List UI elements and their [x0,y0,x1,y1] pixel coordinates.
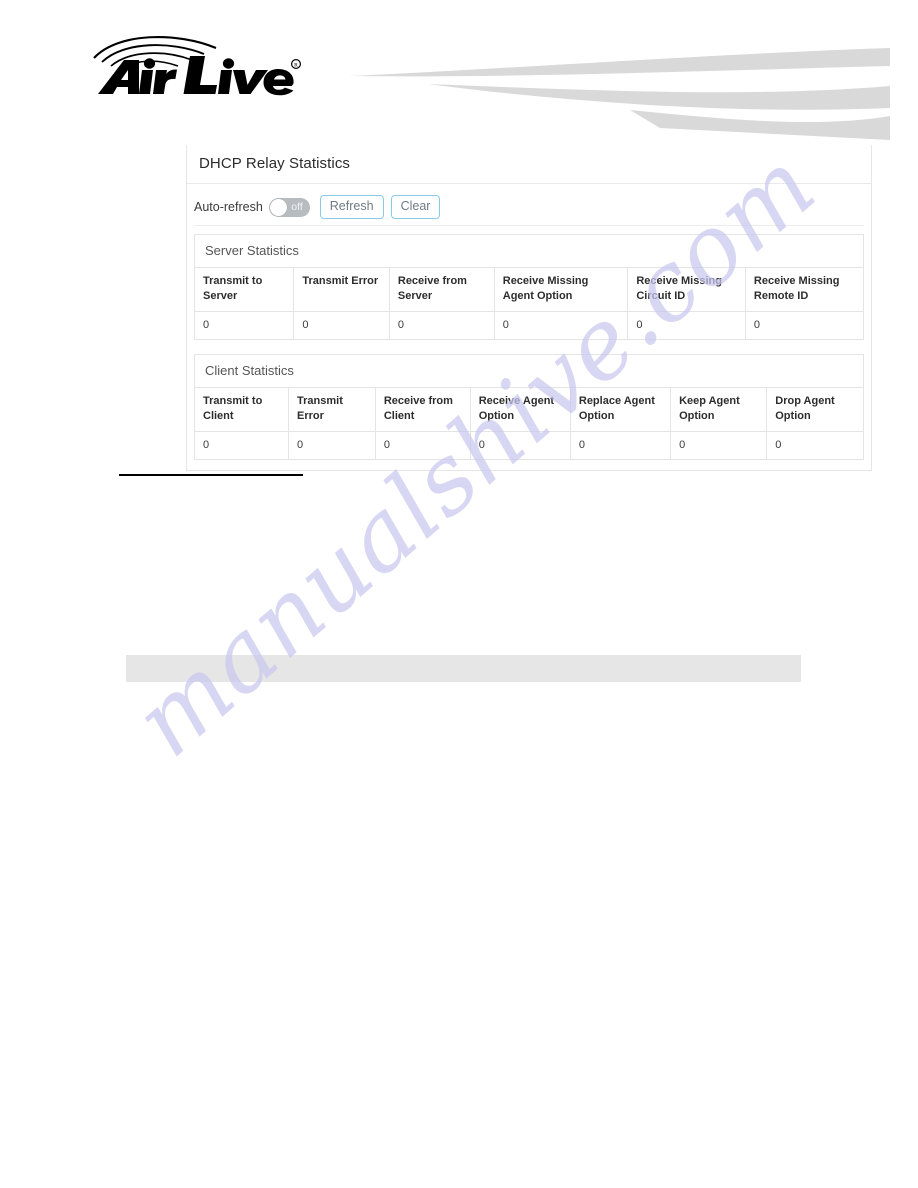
dhcp-relay-statistics-panel: DHCP Relay Statistics Auto-refresh off R… [186,145,872,471]
table-cell: 0 [470,431,571,459]
table-cell: 0 [195,431,290,459]
airlive-wordmark [98,56,294,96]
column-header: Transmit to Client [195,387,290,432]
auto-refresh-toggle[interactable]: off [268,197,310,217]
table-cell: 0 [627,311,746,339]
subpanel-title: Client Statistics [195,355,863,388]
column-header: Replace Agent Option [570,387,672,432]
statistics-table: Transmit to Server Transmit Error Receive … [195,268,863,339]
panel-body: Auto-refresh off Refresh Clear Server St… [187,184,871,470]
toolbar: Auto-refresh off Refresh Clear [194,191,864,226]
column-header: Receive Agent Option [470,387,571,432]
table-cell: 0 [494,311,629,339]
clear-button[interactable]: Clear [390,195,441,219]
subpanel-title: Server Statistics [195,235,863,268]
table-cell: 0 [293,311,390,339]
table-cell: 0 [775,438,782,451]
table-row: 0000000 [195,431,863,459]
column-header: Transmit Error [293,268,390,312]
column-header: Receive Missing Remote ID [745,268,863,312]
column-header: Receive from Server [389,268,495,312]
table-cell: 0 [375,431,471,459]
column-header: Drop Agent Option [766,387,863,432]
refresh-button[interactable]: Refresh [319,195,384,219]
column-header: Receive Missing Agent Option [494,268,629,312]
column-header: Receive from Client [375,387,471,432]
auto-refresh-state: off [291,200,303,213]
toggle-knob-icon [269,198,287,216]
table-row: 000000 [195,311,863,339]
table-cell: 0 [389,311,495,339]
page-canvas: manualshive.com R DHCP Relay Statistics … [0,0,918,1188]
airlive-logo: R [92,34,302,96]
table-cell: 0 [288,431,376,459]
table-cell: 0 [670,431,768,459]
banner-swoosh-graphic [330,48,890,144]
auto-refresh-label: Auto-refresh [194,200,263,214]
watermark: manualshive.com [113,129,918,990]
footer-gray-bar [126,655,801,682]
statistics-subpanel: Client Statistics Transmit to Client Trans… [194,353,864,460]
statistics-table: Transmit to Client Transmit Error Receive … [195,387,863,459]
page-title: DHCP Relay Statistics [187,145,871,184]
column-header: Transmit to Server [195,268,295,312]
registered-mark-letter: R [294,63,298,69]
statistics-sections: Server Statistics Transmit to Server Trans… [194,234,864,460]
column-header: Keep Agent Option [670,387,768,432]
footnote-separator-rule [119,474,303,476]
table-cell: 0 [195,311,295,339]
table-cell: 0 [753,318,761,331]
column-header: Receive Missing Circuit ID [627,268,746,312]
table-cell: 0 [570,431,672,459]
brand-header: R [0,0,918,142]
statistics-subpanel: Server Statistics Transmit to Server Trans… [194,234,864,340]
table-header-row: Transmit to Server Transmit Error Receive … [195,268,863,312]
column-header: Transmit Error [288,387,376,432]
table-header-row: Transmit to Client Transmit Error Receive … [195,387,863,432]
